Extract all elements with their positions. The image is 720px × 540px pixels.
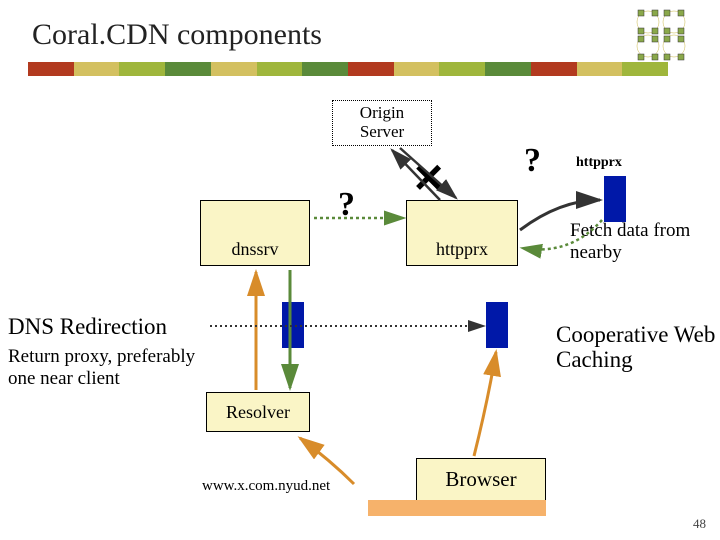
proxy-node-mid-icon xyxy=(486,302,508,348)
question-mark-1: ? xyxy=(338,186,355,224)
httpprx-box: httpprx xyxy=(406,200,518,266)
httpprx-small-label: httpprx xyxy=(576,155,622,171)
dnssrv-box: dnssrv xyxy=(200,200,310,266)
diagram-arrows xyxy=(0,0,720,540)
color-stripe xyxy=(28,62,668,76)
proxy-node-left-icon xyxy=(282,302,304,348)
cooperative-caching-title: Cooperative Web Caching xyxy=(556,322,720,373)
dns-redirection-title: DNS Redirection xyxy=(8,314,167,340)
resolver-label: Resolver xyxy=(226,402,290,422)
dnssrv-label: dnssrv xyxy=(231,239,278,259)
network-logo-icon xyxy=(618,6,706,62)
resolver-box: Resolver xyxy=(206,392,310,432)
question-mark-2: ? xyxy=(524,142,541,180)
origin-label: Origin Server xyxy=(360,103,404,141)
fetch-data-text: Fetch data from nearby xyxy=(570,220,720,264)
browser-label: Browser xyxy=(445,467,516,491)
url-highlight xyxy=(368,500,546,516)
dns-redirection-desc: Return proxy, preferably one near client xyxy=(8,346,198,390)
origin-server-box: Origin Server xyxy=(332,100,432,146)
browser-box: Browser xyxy=(416,458,546,502)
slide-number: 48 xyxy=(693,516,706,532)
httpprx-label: httpprx xyxy=(436,239,488,259)
httpprx-remote-icon xyxy=(604,176,626,222)
slide-title: Coral.CDN components xyxy=(32,18,322,52)
url-text: www.x.com.nyud.net xyxy=(202,478,330,495)
cross-icon: × xyxy=(414,148,443,206)
